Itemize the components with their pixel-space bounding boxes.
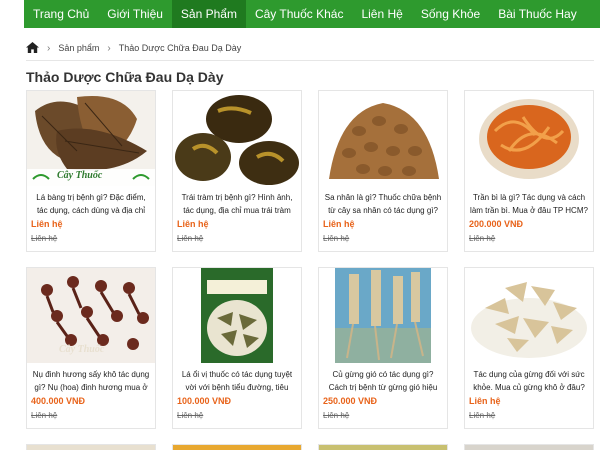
product-card[interactable]: Tác dụng của gừng đối với sức khỏe. Mua … [464, 267, 594, 429]
product-card[interactable]: Lá ổi vị thuốc có tác dụng tuyệt vời với… [172, 267, 302, 429]
image-watermark: Cây Thuốc [57, 170, 103, 181]
product-price: Liên hệ [177, 219, 209, 229]
product-price: 100.000 VNĐ [177, 396, 232, 406]
product-name[interactable]: Củ gừng gió có tác dụng gì? Cách trị bện… [323, 368, 443, 394]
product-card[interactable] [464, 444, 594, 450]
product-old-price: Liên hệ [323, 234, 350, 243]
product-card[interactable] [318, 444, 448, 450]
nav-item-products[interactable]: Sản Phẩm [171, 0, 246, 28]
product-card[interactable] [26, 444, 156, 450]
home-icon[interactable] [26, 41, 39, 55]
product-image-trai-tram[interactable] [173, 91, 301, 186]
product-image-sa-nhan[interactable] [319, 91, 447, 186]
nav-item-home[interactable]: Trang Chủ [24, 0, 98, 28]
product-card[interactable]: Cây Thuốc Nụ đinh hương sấy khô tác dụng… [26, 267, 156, 429]
product-card[interactable]: Trái tràm trị bệnh gì? Hình ảnh, tác dụn… [172, 90, 302, 252]
product-price: 250.000 VNĐ [323, 396, 378, 406]
breadcrumb-separator: › [107, 42, 111, 54]
nav-item-about[interactable]: Giới Thiệu [98, 0, 172, 28]
product-name[interactable]: Lá ổi vị thuốc có tác dụng tuyệt vời với… [177, 368, 297, 394]
page-title: Thảo Dược Chữa Đau Dạ Dày [26, 69, 224, 85]
breadcrumb-products[interactable]: Sản phẩm [58, 43, 99, 53]
product-name[interactable]: Sa nhân là gì? Thuốc chữa bệnh từ cây sa… [323, 191, 443, 217]
breadcrumb: › Sản phẩm › Thảo Dược Chữa Đau Dạ Dày [26, 38, 594, 58]
product-old-price: Liên hệ [31, 234, 58, 243]
product-old-price: Liên hệ [177, 234, 204, 243]
nav-item-remedies[interactable]: Bài Thuốc Hay [489, 0, 586, 28]
product-old-price: Liên hệ [177, 411, 204, 420]
product-old-price: Liên hệ [323, 411, 350, 420]
divider [26, 60, 594, 61]
image-watermark: Cây Thuốc [59, 344, 105, 355]
main-nav: Trang Chủ Giới Thiệu Sản Phẩm Cây Thuốc … [24, 0, 600, 28]
product-name[interactable]: Trần bì là gì? Tác dụng và cách làm trần… [469, 191, 589, 217]
product-name[interactable]: Lá bàng trị bệnh gì? Đặc điểm, tác dụng,… [31, 191, 151, 217]
product-old-price: Liên hệ [31, 411, 58, 420]
product-price: Liên hệ [31, 219, 63, 229]
product-card[interactable]: Trần bì là gì? Tác dụng và cách làm trần… [464, 90, 594, 252]
product-card[interactable] [172, 444, 302, 450]
product-name[interactable]: Tác dụng của gừng đối với sức khỏe. Mua … [469, 368, 589, 394]
product-price: Liên hệ [469, 396, 501, 406]
product-card[interactable]: Cây Thuốc Lá bàng trị bệnh gì? Đặc điểm,… [26, 90, 156, 252]
breadcrumb-separator: › [47, 42, 51, 54]
product-image-gung-kho[interactable] [465, 268, 593, 363]
breadcrumb-current: Thảo Dược Chữa Đau Dạ Dày [118, 43, 242, 53]
product-old-price: Liên hệ [469, 411, 496, 420]
product-name[interactable]: Trái tràm trị bệnh gì? Hình ảnh, tác dụn… [177, 191, 297, 217]
product-old-price: Liên hệ [469, 234, 496, 243]
product-card[interactable]: Sa nhân là gì? Thuốc chữa bệnh từ cây sa… [318, 90, 448, 252]
product-image-la-oi[interactable] [173, 268, 301, 363]
product-card[interactable]: Củ gừng gió có tác dụng gì? Cách trị bện… [318, 267, 448, 429]
product-price: Liên hệ [323, 219, 355, 229]
product-image-gung-gio[interactable] [319, 268, 447, 363]
product-price: 400.000 VNĐ [31, 396, 86, 406]
product-image-tran-bi[interactable] [465, 91, 593, 186]
nav-item-healthy-living[interactable]: Sống Khỏe [412, 0, 489, 28]
nav-item-contact[interactable]: Liên Hệ [352, 0, 411, 28]
nav-item-other-plants[interactable]: Cây Thuốc Khác [246, 0, 353, 28]
product-name[interactable]: Nụ đinh hương sấy khô tác dụng gì? Nụ (h… [31, 368, 151, 394]
product-price: 200.000 VNĐ [469, 219, 524, 229]
